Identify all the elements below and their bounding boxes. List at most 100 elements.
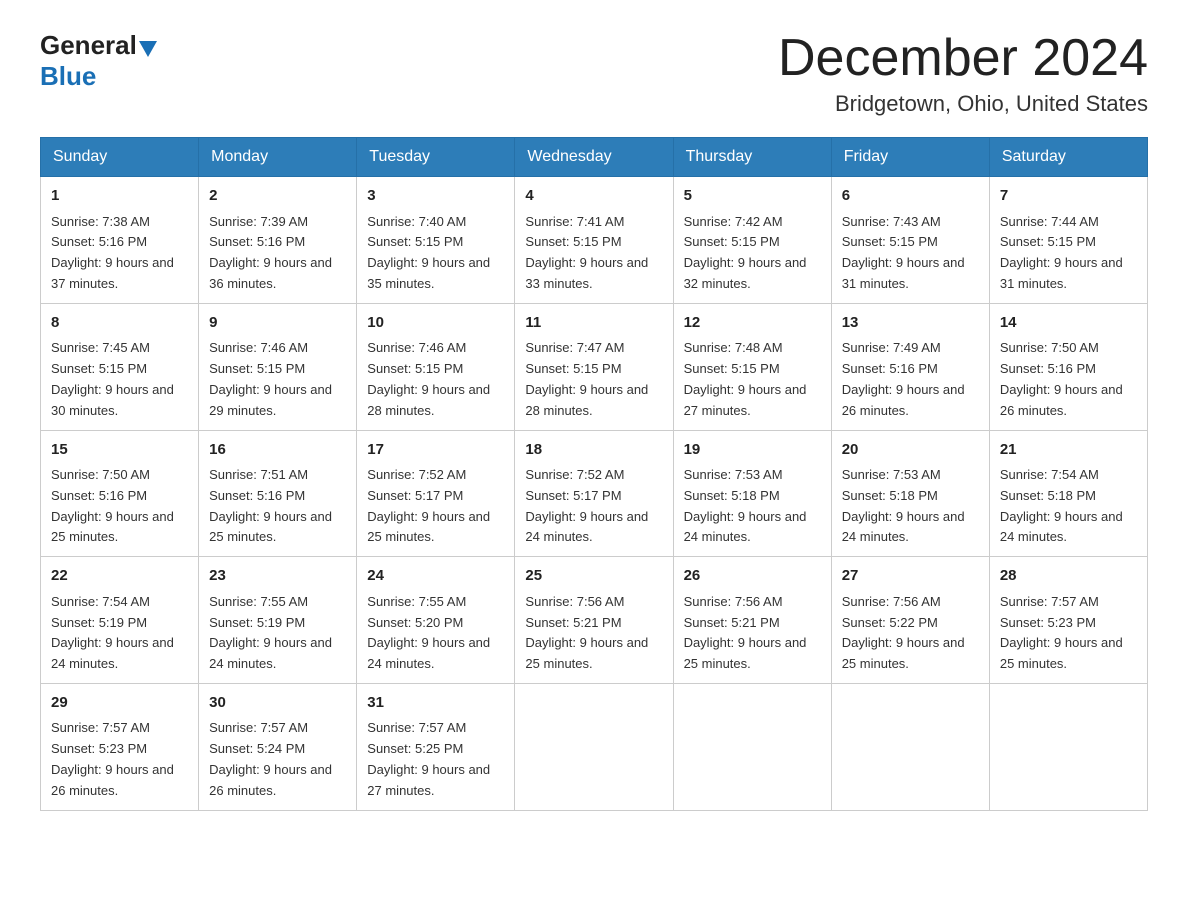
day-info: Sunrise: 7:57 AMSunset: 5:23 PMDaylight:… <box>51 720 174 797</box>
calendar-day-header: Wednesday <box>515 138 673 177</box>
calendar-week-row: 29 Sunrise: 7:57 AMSunset: 5:23 PMDayligh… <box>41 683 1148 810</box>
calendar-cell: 5 Sunrise: 7:42 AMSunset: 5:15 PMDaylight… <box>673 177 831 304</box>
day-info: Sunrise: 7:56 AMSunset: 5:22 PMDaylight:… <box>842 594 965 671</box>
calendar-cell: 12 Sunrise: 7:48 AMSunset: 5:15 PMDayligh… <box>673 303 831 430</box>
calendar-cell: 14 Sunrise: 7:50 AMSunset: 5:16 PMDayligh… <box>989 303 1147 430</box>
calendar-cell: 10 Sunrise: 7:46 AMSunset: 5:15 PMDayligh… <box>357 303 515 430</box>
calendar-cell: 21 Sunrise: 7:54 AMSunset: 5:18 PMDayligh… <box>989 430 1147 557</box>
calendar-cell: 26 Sunrise: 7:56 AMSunset: 5:21 PMDayligh… <box>673 557 831 684</box>
day-number: 22 <box>51 565 188 588</box>
day-info: Sunrise: 7:55 AMSunset: 5:20 PMDaylight:… <box>367 594 490 671</box>
calendar-header-row: SundayMondayTuesdayWednesdayThursdayFrid… <box>41 138 1148 177</box>
calendar-cell: 2 Sunrise: 7:39 AMSunset: 5:16 PMDaylight… <box>199 177 357 304</box>
day-number: 1 <box>51 185 188 208</box>
day-info: Sunrise: 7:49 AMSunset: 5:16 PMDaylight:… <box>842 340 965 417</box>
day-number: 27 <box>842 565 979 588</box>
page-header: General Blue December 2024 Bridgetown, O… <box>40 30 1148 117</box>
day-number: 11 <box>525 312 662 335</box>
calendar-cell: 23 Sunrise: 7:55 AMSunset: 5:19 PMDayligh… <box>199 557 357 684</box>
page-title: December 2024 <box>778 30 1148 87</box>
day-info: Sunrise: 7:54 AMSunset: 5:18 PMDaylight:… <box>1000 467 1123 544</box>
day-info: Sunrise: 7:56 AMSunset: 5:21 PMDaylight:… <box>684 594 807 671</box>
day-info: Sunrise: 7:46 AMSunset: 5:15 PMDaylight:… <box>367 340 490 417</box>
calendar-week-row: 8 Sunrise: 7:45 AMSunset: 5:15 PMDaylight… <box>41 303 1148 430</box>
calendar-cell: 15 Sunrise: 7:50 AMSunset: 5:16 PMDayligh… <box>41 430 199 557</box>
calendar-cell: 7Sunrise: 7:44 AMSunset: 5:15 PMDaylight… <box>989 177 1147 304</box>
day-info: Sunrise: 7:57 AMSunset: 5:25 PMDaylight:… <box>367 720 490 797</box>
day-number: 14 <box>1000 312 1137 335</box>
day-info: Sunrise: 7:54 AMSunset: 5:19 PMDaylight:… <box>51 594 174 671</box>
calendar-cell: 18 Sunrise: 7:52 AMSunset: 5:17 PMDayligh… <box>515 430 673 557</box>
day-number: 10 <box>367 312 504 335</box>
day-info: Sunrise: 7:47 AMSunset: 5:15 PMDaylight:… <box>525 340 648 417</box>
logo-arrow-icon <box>137 37 159 59</box>
calendar-cell <box>989 683 1147 810</box>
day-info: Sunrise: 7:41 AMSunset: 5:15 PMDaylight:… <box>525 214 648 291</box>
day-info: Sunrise: 7:50 AMSunset: 5:16 PMDaylight:… <box>51 467 174 544</box>
calendar-cell: 17Sunrise: 7:52 AMSunset: 5:17 PMDayligh… <box>357 430 515 557</box>
day-info: Sunrise: 7:50 AMSunset: 5:16 PMDaylight:… <box>1000 340 1123 417</box>
calendar-day-header: Thursday <box>673 138 831 177</box>
calendar-cell <box>831 683 989 810</box>
calendar-day-header: Monday <box>199 138 357 177</box>
day-number: 26 <box>684 565 821 588</box>
day-number: 31 <box>367 692 504 715</box>
calendar-cell: 24 Sunrise: 7:55 AMSunset: 5:20 PMDayligh… <box>357 557 515 684</box>
day-info: Sunrise: 7:57 AMSunset: 5:24 PMDaylight:… <box>209 720 332 797</box>
day-info: Sunrise: 7:48 AMSunset: 5:15 PMDaylight:… <box>684 340 807 417</box>
day-info: Sunrise: 7:45 AMSunset: 5:15 PMDaylight:… <box>51 340 174 417</box>
day-info: Sunrise: 7:51 AMSunset: 5:16 PMDaylight:… <box>209 467 332 544</box>
day-info: Sunrise: 7:40 AMSunset: 5:15 PMDaylight:… <box>367 214 490 291</box>
day-info: Sunrise: 7:57 AMSunset: 5:23 PMDaylight:… <box>1000 594 1123 671</box>
calendar-table: SundayMondayTuesdayWednesdayThursdayFrid… <box>40 137 1148 810</box>
day-number: 9 <box>209 312 346 335</box>
day-info: Sunrise: 7:55 AMSunset: 5:19 PMDaylight:… <box>209 594 332 671</box>
day-info: Sunrise: 7:56 AMSunset: 5:21 PMDaylight:… <box>525 594 648 671</box>
day-number: 24 <box>367 565 504 588</box>
calendar-day-header: Saturday <box>989 138 1147 177</box>
day-number: 20 <box>842 439 979 462</box>
day-number: 17 <box>367 439 504 462</box>
calendar-cell: 31 Sunrise: 7:57 AMSunset: 5:25 PMDayligh… <box>357 683 515 810</box>
calendar-day-header: Sunday <box>41 138 199 177</box>
day-info: Sunrise: 7:38 AMSunset: 5:16 PMDaylight:… <box>51 214 174 291</box>
calendar-cell: 1 Sunrise: 7:38 AMSunset: 5:16 PMDaylight… <box>41 177 199 304</box>
day-number: 16 <box>209 439 346 462</box>
day-number: 15 <box>51 439 188 462</box>
calendar-cell: 29 Sunrise: 7:57 AMSunset: 5:23 PMDayligh… <box>41 683 199 810</box>
day-info: Sunrise: 7:42 AMSunset: 5:15 PMDaylight:… <box>684 214 807 291</box>
day-info: Sunrise: 7:39 AMSunset: 5:16 PMDaylight:… <box>209 214 332 291</box>
calendar-cell: 9Sunrise: 7:46 AMSunset: 5:15 PMDaylight… <box>199 303 357 430</box>
day-number: 19 <box>684 439 821 462</box>
day-number: 5 <box>684 185 821 208</box>
title-area: December 2024 Bridgetown, Ohio, United S… <box>778 30 1148 117</box>
day-number: 12 <box>684 312 821 335</box>
calendar-cell: 19 Sunrise: 7:53 AMSunset: 5:18 PMDayligh… <box>673 430 831 557</box>
day-number: 2 <box>209 185 346 208</box>
day-number: 7 <box>1000 185 1137 208</box>
day-number: 18 <box>525 439 662 462</box>
day-number: 13 <box>842 312 979 335</box>
calendar-week-row: 22 Sunrise: 7:54 AMSunset: 5:19 PMDayligh… <box>41 557 1148 684</box>
calendar-cell: 3Sunrise: 7:40 AMSunset: 5:15 PMDaylight… <box>357 177 515 304</box>
day-number: 28 <box>1000 565 1137 588</box>
day-info: Sunrise: 7:53 AMSunset: 5:18 PMDaylight:… <box>842 467 965 544</box>
day-number: 6 <box>842 185 979 208</box>
calendar-cell: 16 Sunrise: 7:51 AMSunset: 5:16 PMDayligh… <box>199 430 357 557</box>
calendar-cell <box>515 683 673 810</box>
logo: General Blue <box>40 30 159 92</box>
day-number: 29 <box>51 692 188 715</box>
day-number: 25 <box>525 565 662 588</box>
day-number: 23 <box>209 565 346 588</box>
day-info: Sunrise: 7:52 AMSunset: 5:17 PMDaylight:… <box>525 467 648 544</box>
day-info: Sunrise: 7:53 AMSunset: 5:18 PMDaylight:… <box>684 467 807 544</box>
calendar-day-header: Friday <box>831 138 989 177</box>
day-number: 30 <box>209 692 346 715</box>
logo-blue-text: Blue <box>40 61 96 91</box>
calendar-cell: 20 Sunrise: 7:53 AMSunset: 5:18 PMDayligh… <box>831 430 989 557</box>
logo-general-text: General <box>40 30 137 61</box>
calendar-cell: 11 Sunrise: 7:47 AMSunset: 5:15 PMDayligh… <box>515 303 673 430</box>
day-number: 8 <box>51 312 188 335</box>
day-info: Sunrise: 7:43 AMSunset: 5:15 PMDaylight:… <box>842 214 965 291</box>
day-number: 21 <box>1000 439 1137 462</box>
